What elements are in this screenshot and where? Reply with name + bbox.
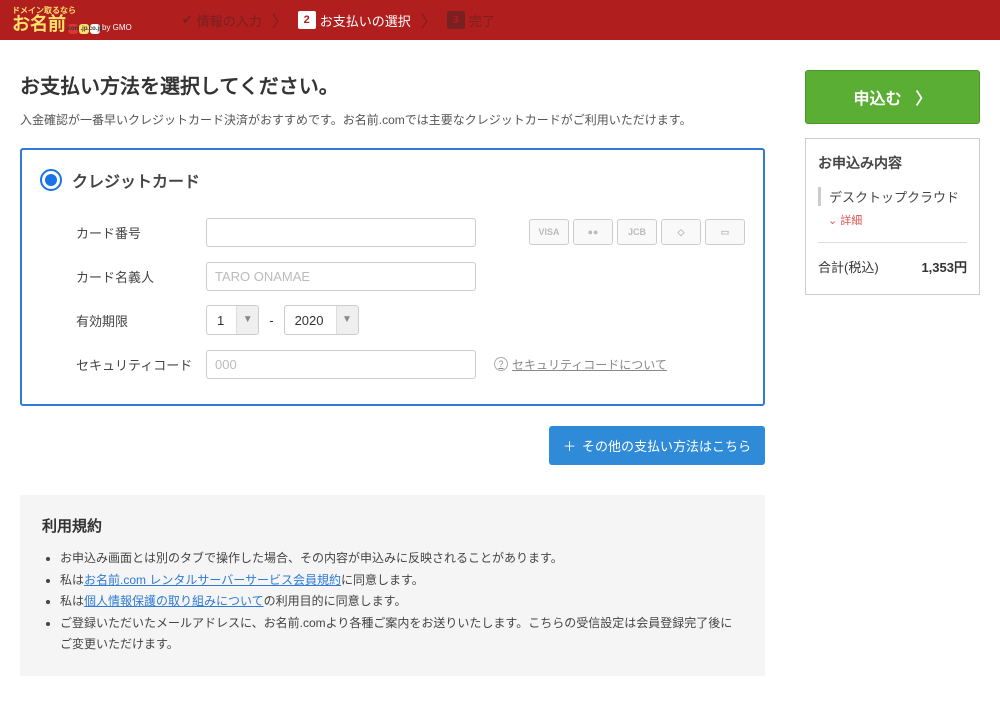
total-label: 合計(税込) <box>818 257 879 276</box>
credit-card-panel: クレジットカード カード番号 VISA ●● JCB ◇ ▭ カード名義人 <box>20 148 765 406</box>
terms-box: 利用規約 お申込み画面とは別のタブで操作した場合、その内容が申込みに反映されるこ… <box>20 495 765 676</box>
check-icon: ✔ <box>182 12 193 28</box>
step-number-3: 3 <box>447 11 465 29</box>
terms-item: 私はお名前.com レンタルサーバーサービス会員規約に同意します。 <box>60 570 743 592</box>
summary-item: デスクトップクラウド <box>829 187 959 206</box>
step-1: ✔ 情報の入力 <box>182 11 262 30</box>
terms-link[interactable]: 個人情報保護の取り組みについて <box>84 594 264 608</box>
card-name-label: カード名義人 <box>76 267 206 286</box>
terms-link[interactable]: お名前.com レンタルサーバーサービス会員規約 <box>84 573 341 587</box>
chevron-right-icon: 〉 <box>272 8 288 32</box>
step-number-2: 2 <box>298 11 316 29</box>
card-name-input[interactable] <box>206 262 476 291</box>
chevron-right-icon: 〉 <box>421 8 437 32</box>
terms-list: お申込み画面とは別のタブで操作した場合、その内容が申込みに反映されることがありま… <box>60 548 743 656</box>
chevron-right-icon: 〉 <box>916 85 932 109</box>
logo[interactable]: ドメイン取るなら お名前 .com .jp .co.jp by GMO <box>12 7 132 34</box>
logo-brand: お名前 <box>12 15 66 33</box>
terms-item: 私は個人情報保護の取り組みについての利用目的に同意します。 <box>60 591 743 613</box>
step-3: 3 完了 <box>447 11 495 30</box>
other-payment-button[interactable]: ＋ その他の支払い方法はこちら <box>549 426 765 465</box>
terms-title: 利用規約 <box>42 515 743 536</box>
card-brand-icons: VISA ●● JCB ◇ ▭ <box>529 219 745 245</box>
summary-title: お申込み内容 <box>818 153 967 173</box>
logo-dot-com: .com <box>68 24 78 34</box>
progress-steps: ✔ 情報の入力 〉 2 お支払いの選択 〉 3 完了 <box>182 8 495 32</box>
chevron-down-icon: ▼ <box>336 305 358 335</box>
topbar: ドメイン取るなら お名前 .com .jp .co.jp by GMO ✔ 情報… <box>0 0 1000 40</box>
chevron-down-icon: ▼ <box>236 305 258 335</box>
page-title: お支払い方法を選択してください。 <box>20 70 765 99</box>
expiry-month-select[interactable]: 1 ▼ <box>206 305 259 335</box>
page-subtitle: 入金確認が一番早いクレジットカード決済がおすすめです。お名前.comでは主要なク… <box>20 111 765 128</box>
jcb-icon: JCB <box>617 219 657 245</box>
summary-detail-toggle[interactable]: ⌄ 詳細 <box>828 212 967 228</box>
card-number-input[interactable] <box>206 218 476 247</box>
logo-dot-cojp: .co.jp <box>90 24 100 34</box>
question-icon: ? <box>494 357 508 371</box>
visa-icon: VISA <box>529 219 569 245</box>
step-2: 2 お支払いの選択 <box>298 11 411 30</box>
amex-icon: ▭ <box>705 219 745 245</box>
total-value: 1,353円 <box>921 257 967 276</box>
chevron-down-icon: ⌄ <box>828 214 837 227</box>
radio-credit-card[interactable] <box>40 169 62 191</box>
cvc-label: セキュリティコード <box>76 355 206 374</box>
payment-method-name: クレジットカード <box>72 168 200 192</box>
expiry-label: 有効期限 <box>76 311 206 330</box>
card-number-label: カード番号 <box>76 223 206 242</box>
apply-button[interactable]: 申込む 〉 <box>805 70 980 124</box>
mastercard-icon: ●● <box>573 219 613 245</box>
cvc-help-link[interactable]: ? セキュリティコードについて <box>494 356 667 373</box>
terms-item: お申込み画面とは別のタブで操作した場合、その内容が申込みに反映されることがありま… <box>60 548 743 570</box>
logo-bygmo: by GMO <box>102 24 132 32</box>
diners-icon: ◇ <box>661 219 701 245</box>
terms-item: ご登録いただいたメールアドレスに、お名前.comより各種ご案内をお送りいたします… <box>60 613 743 656</box>
expiry-year-select[interactable]: 2020 ▼ <box>284 305 359 335</box>
order-summary: お申込み内容 デスクトップクラウド ⌄ 詳細 合計(税込) 1,353円 <box>805 138 980 295</box>
cvc-input[interactable] <box>206 350 476 379</box>
plus-icon: ＋ <box>563 436 576 455</box>
